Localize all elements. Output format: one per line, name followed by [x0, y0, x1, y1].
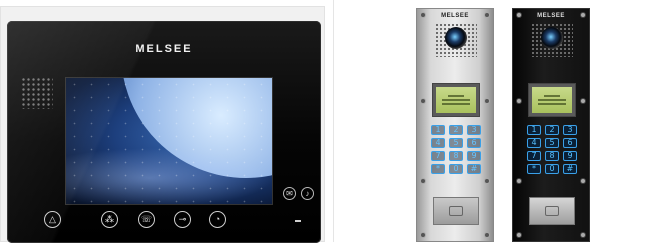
monitor-eye-icon: ◔ [209, 211, 226, 228]
card-reader [433, 197, 479, 225]
key-hash: # [563, 164, 577, 174]
key-3: 3 [467, 125, 481, 135]
black-door-panel: MELSEE 1 2 3 4 5 6 7 8 9 * 0 # [512, 8, 590, 242]
monitor-brand-label: MELSEE [135, 43, 193, 55]
screw [485, 179, 489, 183]
stars-wallpaper [66, 78, 272, 204]
screw [421, 233, 425, 237]
rfid-card-icon [545, 206, 559, 216]
screw [485, 233, 489, 237]
key-6: 6 [467, 138, 481, 148]
key-hash: # [467, 164, 481, 174]
keypad: 1 2 3 4 5 6 7 8 9 * 0 # [527, 125, 577, 174]
key-4: 4 [527, 138, 541, 148]
mail-icon: ✉ [283, 187, 296, 200]
silver-door-panel: MELSEE 1 2 3 4 5 6 7 8 9 * 0 # [416, 8, 494, 242]
monitor-button-row: △ ⁂ ☏ ⊸ ◔ [7, 211, 321, 231]
key-1: 1 [431, 125, 445, 135]
indicator-led [295, 220, 301, 222]
key-8: 8 [449, 151, 463, 161]
doorbell-icon: ♪ [301, 187, 314, 200]
monitor-screen [65, 77, 273, 205]
camera-lens-icon [445, 27, 467, 49]
phone-icon: ☏ [138, 211, 155, 228]
indoor-video-monitor: MELSEE ✉ ♪ △ ⁂ ☏ ⊸ ◔ [7, 21, 321, 243]
key-2: 2 [545, 125, 559, 135]
panel-brand-label: MELSEE [441, 13, 469, 19]
key-0: 0 [449, 164, 463, 174]
screw [517, 233, 521, 237]
alarm-bell-icon: △ [44, 211, 61, 228]
key-3: 3 [563, 125, 577, 135]
key-1: 1 [527, 125, 541, 135]
lcd-display [432, 83, 480, 117]
rfid-card-icon [449, 206, 463, 216]
screw [517, 99, 521, 103]
screw [581, 233, 585, 237]
panel-brand-label: MELSEE [537, 13, 565, 19]
screw [485, 99, 489, 103]
camera-lens-icon [541, 27, 563, 49]
screw [517, 179, 521, 183]
key-5: 5 [449, 138, 463, 148]
door-panel-product-card: MELSEE 1 2 3 4 5 6 7 8 9 * 0 # MELSEE 1 … [333, 0, 656, 242]
key-star: * [431, 164, 445, 174]
lcd-display [528, 83, 576, 117]
key-6: 6 [563, 138, 577, 148]
key-0: 0 [545, 164, 559, 174]
key-7: 7 [431, 151, 445, 161]
key-8: 8 [545, 151, 559, 161]
key-9: 9 [563, 151, 577, 161]
speaker-grille [21, 77, 53, 109]
screw [421, 99, 425, 103]
keypad: 1 2 3 4 5 6 7 8 9 * 0 # [431, 125, 481, 174]
screw [581, 179, 585, 183]
screw [581, 99, 585, 103]
key-4: 4 [431, 138, 445, 148]
intercom-icon: ⁂ [101, 211, 118, 228]
monitor-product-card: MELSEE ✉ ♪ △ ⁂ ☏ ⊸ ◔ [0, 6, 325, 243]
card-reader [529, 197, 575, 225]
key-2: 2 [449, 125, 463, 135]
key-5: 5 [545, 138, 559, 148]
unlock-key-icon: ⊸ [174, 211, 191, 228]
key-star: * [527, 164, 541, 174]
screw [421, 179, 425, 183]
key-7: 7 [527, 151, 541, 161]
key-9: 9 [467, 151, 481, 161]
